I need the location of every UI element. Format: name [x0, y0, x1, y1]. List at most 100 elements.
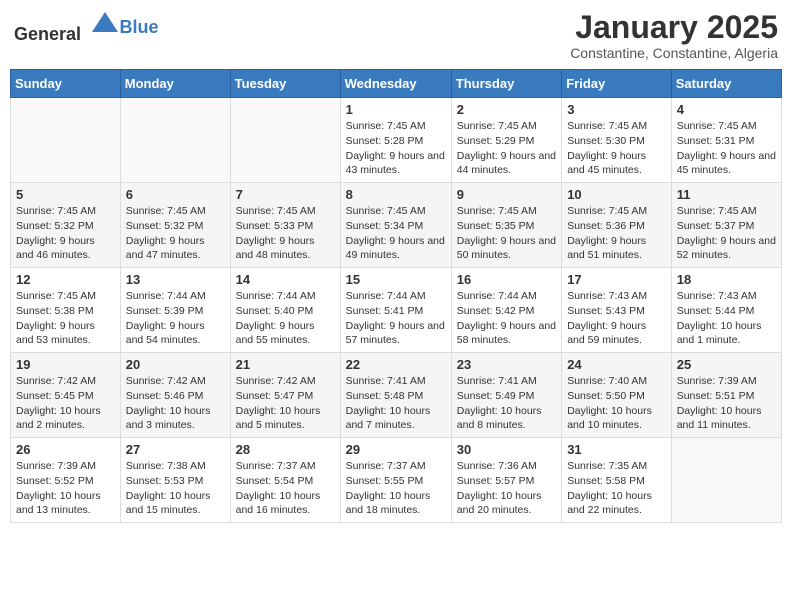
- title-section: January 2025 Constantine, Constantine, A…: [570, 10, 778, 61]
- day-header: Wednesday: [340, 70, 451, 98]
- day-info: Sunrise: 7:45 AM Sunset: 5:36 PM Dayligh…: [567, 204, 666, 263]
- calendar-cell: 21 Sunrise: 7:42 AM Sunset: 5:47 PM Dayli…: [230, 353, 340, 438]
- day-number: 26: [16, 442, 115, 457]
- location: Constantine, Constantine, Algeria: [570, 45, 778, 61]
- day-header: Friday: [562, 70, 672, 98]
- day-info: Sunrise: 7:41 AM Sunset: 5:48 PM Dayligh…: [346, 374, 446, 433]
- day-number: 30: [457, 442, 556, 457]
- day-number: 12: [16, 272, 115, 287]
- day-number: 31: [567, 442, 666, 457]
- day-number: 24: [567, 357, 666, 372]
- day-info: Sunrise: 7:44 AM Sunset: 5:39 PM Dayligh…: [126, 289, 225, 348]
- day-info: Sunrise: 7:42 AM Sunset: 5:47 PM Dayligh…: [236, 374, 335, 433]
- day-number: 21: [236, 357, 335, 372]
- day-number: 15: [346, 272, 446, 287]
- calendar-cell: 5Sunrise: 7:45 AM Sunset: 5:32 PM Daylig…: [11, 183, 121, 268]
- day-info: Sunrise: 7:45 AM Sunset: 5:37 PM Dayligh…: [677, 204, 776, 263]
- day-info: Sunrise: 7:45 AM Sunset: 5:35 PM Dayligh…: [457, 204, 556, 263]
- day-number: 9: [457, 187, 556, 202]
- calendar-cell: 11 Sunrise: 7:45 AM Sunset: 5:37 PM Dayli…: [671, 183, 781, 268]
- day-info: Sunrise: 7:45 AM Sunset: 5:34 PM Dayligh…: [346, 204, 446, 263]
- calendar-cell: 20 Sunrise: 7:42 AM Sunset: 5:46 PM Dayli…: [120, 353, 230, 438]
- calendar-cell: 16 Sunrise: 7:44 AM Sunset: 5:42 PM Dayli…: [451, 268, 561, 353]
- day-number: 28: [236, 442, 335, 457]
- day-number: 17: [567, 272, 666, 287]
- logo-blue: Blue: [120, 17, 159, 38]
- calendar-week-row: 19 Sunrise: 7:42 AM Sunset: 5:45 PM Dayli…: [11, 353, 782, 438]
- day-number: 2: [457, 102, 556, 117]
- calendar-week-row: 26 Sunrise: 7:39 AM Sunset: 5:52 PM Dayli…: [11, 438, 782, 523]
- calendar-cell: 23Sunrise: 7:41 AM Sunset: 5:49 PM Dayli…: [451, 353, 561, 438]
- day-info: Sunrise: 7:45 AM Sunset: 5:33 PM Dayligh…: [236, 204, 335, 263]
- day-number: 14: [236, 272, 335, 287]
- calendar-cell: 8 Sunrise: 7:45 AM Sunset: 5:34 PM Daylig…: [340, 183, 451, 268]
- day-info: Sunrise: 7:45 AM Sunset: 5:38 PM Dayligh…: [16, 289, 115, 348]
- calendar-cell: [11, 98, 121, 183]
- day-info: Sunrise: 7:42 AM Sunset: 5:46 PM Dayligh…: [126, 374, 225, 433]
- logo: General Blue: [14, 10, 159, 45]
- calendar-table: SundayMondayTuesdayWednesdayThursdayFrid…: [10, 69, 782, 523]
- day-number: 6: [126, 187, 225, 202]
- day-info: Sunrise: 7:35 AM Sunset: 5:58 PM Dayligh…: [567, 459, 666, 518]
- day-number: 19: [16, 357, 115, 372]
- day-info: Sunrise: 7:44 AM Sunset: 5:41 PM Dayligh…: [346, 289, 446, 348]
- day-number: 8: [346, 187, 446, 202]
- calendar-cell: 26 Sunrise: 7:39 AM Sunset: 5:52 PM Dayli…: [11, 438, 121, 523]
- day-info: Sunrise: 7:42 AM Sunset: 5:45 PM Dayligh…: [16, 374, 115, 433]
- calendar-week-row: 5 Sunrise: 7:45 AM Sunset: 5:32 PM Daylig…: [11, 183, 782, 268]
- day-info: Sunrise: 7:39 AM Sunset: 5:52 PM Dayligh…: [16, 459, 115, 518]
- calendar-cell: 17Sunrise: 7:43 AM Sunset: 5:43 PM Dayli…: [562, 268, 672, 353]
- calendar-cell: 19 Sunrise: 7:42 AM Sunset: 5:45 PM Dayli…: [11, 353, 121, 438]
- calendar-cell: [120, 98, 230, 183]
- day-number: 4: [677, 102, 776, 117]
- day-info: Sunrise: 7:39 AM Sunset: 5:51 PM Dayligh…: [677, 374, 776, 433]
- day-number: 18: [677, 272, 776, 287]
- day-number: 13: [126, 272, 225, 287]
- day-info: Sunrise: 7:37 AM Sunset: 5:54 PM Dayligh…: [236, 459, 335, 518]
- day-info: Sunrise: 7:45 AM Sunset: 5:28 PM Dayligh…: [346, 119, 446, 178]
- day-info: Sunrise: 7:44 AM Sunset: 5:40 PM Dayligh…: [236, 289, 335, 348]
- day-number: 16: [457, 272, 556, 287]
- calendar-cell: 6 Sunrise: 7:45 AM Sunset: 5:32 PM Daylig…: [120, 183, 230, 268]
- day-number: 22: [346, 357, 446, 372]
- day-info: Sunrise: 7:45 AM Sunset: 5:29 PM Dayligh…: [457, 119, 556, 178]
- day-number: 20: [126, 357, 225, 372]
- day-number: 27: [126, 442, 225, 457]
- calendar-cell: 18 Sunrise: 7:43 AM Sunset: 5:44 PM Dayli…: [671, 268, 781, 353]
- calendar-header-row: SundayMondayTuesdayWednesdayThursdayFrid…: [11, 70, 782, 98]
- calendar-week-row: 12 Sunrise: 7:45 AM Sunset: 5:38 PM Dayli…: [11, 268, 782, 353]
- calendar-cell: 31 Sunrise: 7:35 AM Sunset: 5:58 PM Dayli…: [562, 438, 672, 523]
- calendar-cell: 7Sunrise: 7:45 AM Sunset: 5:33 PM Daylig…: [230, 183, 340, 268]
- calendar-cell: 3 Sunrise: 7:45 AM Sunset: 5:30 PM Daylig…: [562, 98, 672, 183]
- day-header: Tuesday: [230, 70, 340, 98]
- day-number: 10: [567, 187, 666, 202]
- calendar-cell: 15 Sunrise: 7:44 AM Sunset: 5:41 PM Dayli…: [340, 268, 451, 353]
- day-header: Monday: [120, 70, 230, 98]
- day-info: Sunrise: 7:37 AM Sunset: 5:55 PM Dayligh…: [346, 459, 446, 518]
- day-number: 11: [677, 187, 776, 202]
- logo-icon: [90, 10, 120, 40]
- day-number: 5: [16, 187, 115, 202]
- calendar-cell: [671, 438, 781, 523]
- calendar-cell: 1Sunrise: 7:45 AM Sunset: 5:28 PM Daylig…: [340, 98, 451, 183]
- day-info: Sunrise: 7:43 AM Sunset: 5:44 PM Dayligh…: [677, 289, 776, 348]
- calendar-cell: 27 Sunrise: 7:38 AM Sunset: 5:53 PM Dayli…: [120, 438, 230, 523]
- calendar-cell: 4Sunrise: 7:45 AM Sunset: 5:31 PM Daylig…: [671, 98, 781, 183]
- logo-general: General: [14, 24, 81, 44]
- day-info: Sunrise: 7:45 AM Sunset: 5:32 PM Dayligh…: [126, 204, 225, 263]
- day-info: Sunrise: 7:38 AM Sunset: 5:53 PM Dayligh…: [126, 459, 225, 518]
- day-info: Sunrise: 7:40 AM Sunset: 5:50 PM Dayligh…: [567, 374, 666, 433]
- calendar-cell: 22 Sunrise: 7:41 AM Sunset: 5:48 PM Dayli…: [340, 353, 451, 438]
- calendar-cell: 14 Sunrise: 7:44 AM Sunset: 5:40 PM Dayli…: [230, 268, 340, 353]
- day-info: Sunrise: 7:44 AM Sunset: 5:42 PM Dayligh…: [457, 289, 556, 348]
- day-info: Sunrise: 7:45 AM Sunset: 5:30 PM Dayligh…: [567, 119, 666, 178]
- calendar-cell: 29Sunrise: 7:37 AM Sunset: 5:55 PM Dayli…: [340, 438, 451, 523]
- day-number: 3: [567, 102, 666, 117]
- calendar-cell: 13 Sunrise: 7:44 AM Sunset: 5:39 PM Dayli…: [120, 268, 230, 353]
- day-number: 25: [677, 357, 776, 372]
- day-header: Saturday: [671, 70, 781, 98]
- calendar-cell: 9 Sunrise: 7:45 AM Sunset: 5:35 PM Daylig…: [451, 183, 561, 268]
- calendar-cell: 25 Sunrise: 7:39 AM Sunset: 5:51 PM Dayli…: [671, 353, 781, 438]
- month-title: January 2025: [570, 10, 778, 45]
- day-info: Sunrise: 7:41 AM Sunset: 5:49 PM Dayligh…: [457, 374, 556, 433]
